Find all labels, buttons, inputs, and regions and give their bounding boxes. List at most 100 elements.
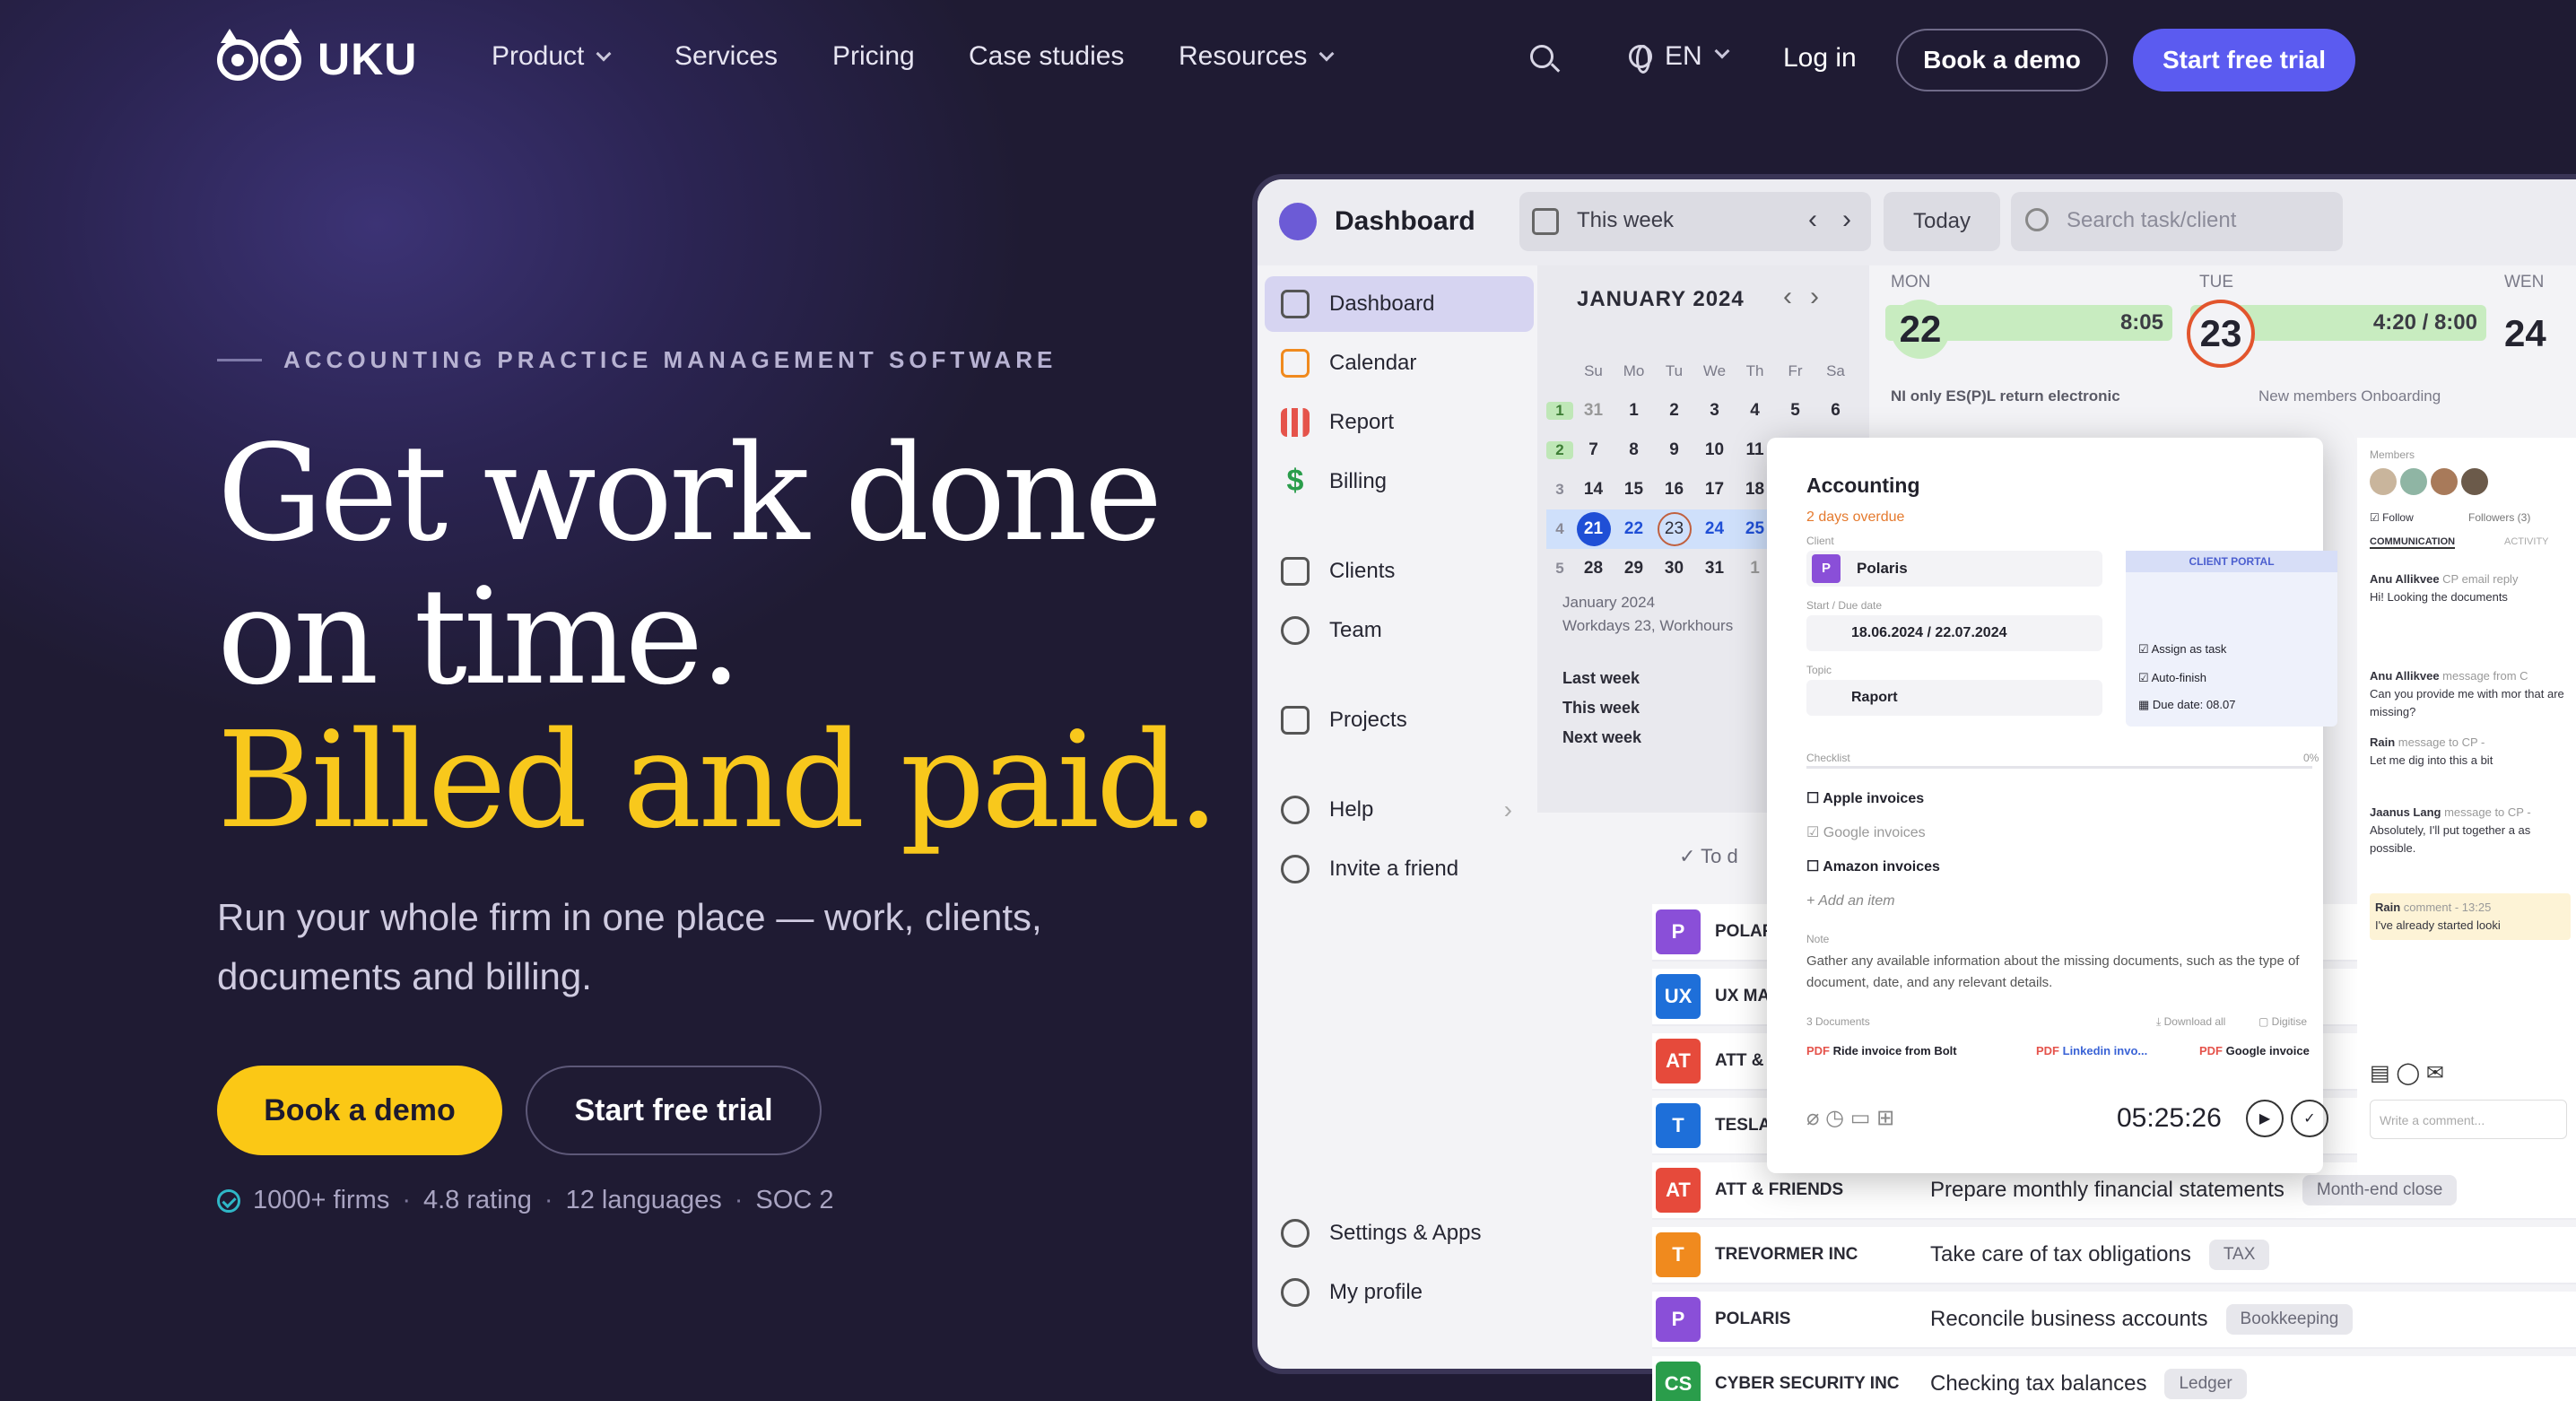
complete-task-button[interactable]: ✓ (2291, 1100, 2328, 1137)
app-search-input[interactable]: Search task/client (2011, 192, 2343, 251)
sidebar-item-team[interactable]: Team (1265, 603, 1534, 658)
add-item-button[interactable]: + Add an item (1806, 893, 1895, 909)
quick-last-week[interactable]: Last week (1562, 669, 1640, 688)
tue-task[interactable]: New members Onboarding (2258, 387, 2441, 405)
calendar-day[interactable]: 1 (1614, 401, 1654, 421)
nav-services[interactable]: Services (674, 41, 778, 72)
calendar-day[interactable]: 16 (1654, 480, 1694, 500)
calendar-day[interactable]: 15 (1614, 480, 1654, 500)
calendar-day[interactable]: 9 (1654, 440, 1694, 460)
calendar-day[interactable]: 24 (1694, 519, 1735, 539)
item-label: Amazon invoices (1823, 859, 1940, 875)
digitise-link[interactable]: ▢ Digitise (2258, 1015, 2307, 1028)
quick-next-week[interactable]: Next week (1562, 728, 1641, 747)
calendar-day[interactable]: 4 (1735, 401, 1775, 421)
calendar-day[interactable]: 14 (1573, 480, 1614, 500)
calendar-day[interactable]: 21 (1573, 512, 1614, 546)
calendar-day[interactable]: 17 (1694, 480, 1735, 500)
today-button[interactable]: Today (1884, 192, 2000, 251)
calendar-day[interactable]: 10 (1694, 440, 1735, 460)
due-date-row[interactable]: ▦ Due date: 08.07 (2138, 698, 2235, 712)
sidebar-item-clients[interactable]: Clients (1265, 544, 1534, 599)
chevron-left-icon[interactable]: ‹ (1808, 204, 1817, 235)
chevron-left-icon[interactable]: ‹ (1783, 282, 1792, 312)
play-timer-button[interactable]: ▶ (2246, 1100, 2284, 1137)
download-all-link[interactable]: ⤓ Download all (2156, 1015, 2225, 1029)
calendar-day[interactable]: 28 (1573, 559, 1614, 579)
document-1[interactable]: PDF Ride invoice from Bolt (1806, 1044, 1957, 1057)
calendar-day[interactable]: 22 (1614, 519, 1654, 539)
sidebar-item-settings[interactable]: Settings & Apps (1265, 1205, 1534, 1261)
sidebar-item-billing[interactable]: $ Billing (1265, 454, 1534, 509)
chat-message: Rain comment - 13:25 I've already started… (2370, 893, 2571, 940)
autofinish-row[interactable]: ☑ Auto-finish (2138, 671, 2206, 685)
document-2[interactable]: PDF Linkedin invo... (2036, 1044, 2147, 1057)
member-avatars[interactable] (2370, 468, 2488, 495)
calendar-day[interactable]: 30 (1654, 559, 1694, 579)
document-3[interactable]: PDF Google invoice (2199, 1044, 2310, 1057)
sidebar-item-profile[interactable]: My profile (1265, 1265, 1534, 1320)
user-icon (1281, 1278, 1310, 1307)
brand-logo[interactable]: UKU (215, 27, 417, 91)
start-trial-nav-button[interactable]: Start free trial (2133, 29, 2355, 91)
chat-message: Anu Allikvee message from C Can you provi… (2370, 667, 2571, 721)
nav-resources[interactable]: Resources (1179, 41, 1335, 72)
calendar-day[interactable]: 29 (1614, 559, 1654, 579)
sidebar-item-dashboard[interactable]: Dashboard (1265, 276, 1534, 332)
week-selector[interactable]: This week ‹ › (1519, 192, 1871, 251)
calendar-month: JANUARY 2024 (1577, 287, 1745, 311)
sidebar-label: Help (1329, 797, 1374, 822)
followers-count[interactable]: Followers (3) (2468, 511, 2530, 524)
search-icon[interactable] (1530, 45, 1561, 75)
follow-toggle[interactable]: ☑ Follow (2370, 511, 2414, 524)
chevron-right-icon[interactable]: › (1810, 282, 1819, 312)
calendar-day[interactable]: 6 (1815, 401, 1856, 421)
hero-headline-line1: Get work done (217, 416, 1162, 570)
calendar-day[interactable]: 31 (1573, 401, 1614, 421)
sidebar-item-help[interactable]: Help › (1265, 782, 1534, 838)
sidebar-item-calendar[interactable]: Calendar (1265, 335, 1534, 391)
nav-product[interactable]: Product (492, 41, 612, 72)
language-selector[interactable]: EN (1629, 41, 1730, 74)
quick-this-week[interactable]: This week (1562, 699, 1640, 718)
calendar-day[interactable]: 7 (1573, 440, 1614, 460)
sidebar-item-report[interactable]: Report (1265, 395, 1534, 450)
sidebar-label: Settings & Apps (1329, 1221, 1482, 1245)
nav-pricing[interactable]: Pricing (832, 41, 915, 72)
comment-input[interactable]: Write a comment... (2370, 1100, 2567, 1139)
sidebar-item-invite[interactable]: Invite a friend (1265, 841, 1534, 897)
chat-action-icons[interactable]: ▤ ◯ ✉ (2370, 1060, 2444, 1086)
card-footer-icons[interactable]: ⌀ ◷ ▭ ⊞ (1806, 1105, 1894, 1131)
client-badge: P (1656, 1297, 1701, 1342)
mon-task[interactable]: NI only ES(P)L return electronic (1891, 387, 2120, 405)
book-demo-nav-button[interactable]: Book a demo (1896, 29, 2108, 91)
task-row[interactable]: T TREVORMER INC Take care of tax obligatio… (1652, 1227, 2576, 1284)
assign-task-row[interactable]: ☑ Assign as task (2138, 642, 2226, 657)
calendar-day[interactable]: 31 (1694, 559, 1735, 579)
task-row[interactable]: CS CYBER SECURITY INC Checking tax balance… (1652, 1356, 2576, 1401)
calendar-day[interactable]: 3 (1694, 401, 1735, 421)
start-trial-button[interactable]: Start free trial (526, 1066, 822, 1155)
login-link[interactable]: Log in (1783, 43, 1857, 74)
calendar-day[interactable]: 8 (1614, 440, 1654, 460)
nav-case-studies[interactable]: Case studies (969, 41, 1124, 72)
checklist-item-1[interactable]: ☐ Apple invoices (1806, 789, 1924, 807)
client-label: Client (1806, 535, 1834, 547)
tab-activity[interactable]: ACTIVITY (2504, 536, 2549, 547)
calendar-day[interactable]: 2 (1654, 401, 1694, 421)
book-demo-button[interactable]: Book a demo (217, 1066, 502, 1155)
chevron-right-icon[interactable]: › (1842, 204, 1851, 235)
checklist-item-3[interactable]: ☐ Amazon invoices (1806, 857, 1940, 875)
calendar-day[interactable]: 5 (1775, 401, 1815, 421)
dates-field[interactable]: 18.06.2024 / 22.07.2024 (1806, 615, 2102, 651)
message-meta: CP email reply (2442, 572, 2519, 586)
tab-communication[interactable]: COMMUNICATION (2370, 536, 2456, 549)
calendar-info-workdays: Workdays 23, Workhours (1562, 617, 1734, 634)
task-row[interactable]: P POLARIS Reconcile business accounts Bookk… (1652, 1292, 2576, 1349)
chevron-right-icon: › (1503, 796, 1512, 823)
client-field[interactable]: P Polaris (1806, 551, 2102, 587)
sidebar-item-projects[interactable]: Projects (1265, 692, 1534, 748)
checklist-item-2[interactable]: ☑ Google invoices (1806, 823, 1926, 841)
calendar-day[interactable]: 23 (1654, 512, 1694, 546)
topic-field[interactable]: Raport (1806, 680, 2102, 716)
